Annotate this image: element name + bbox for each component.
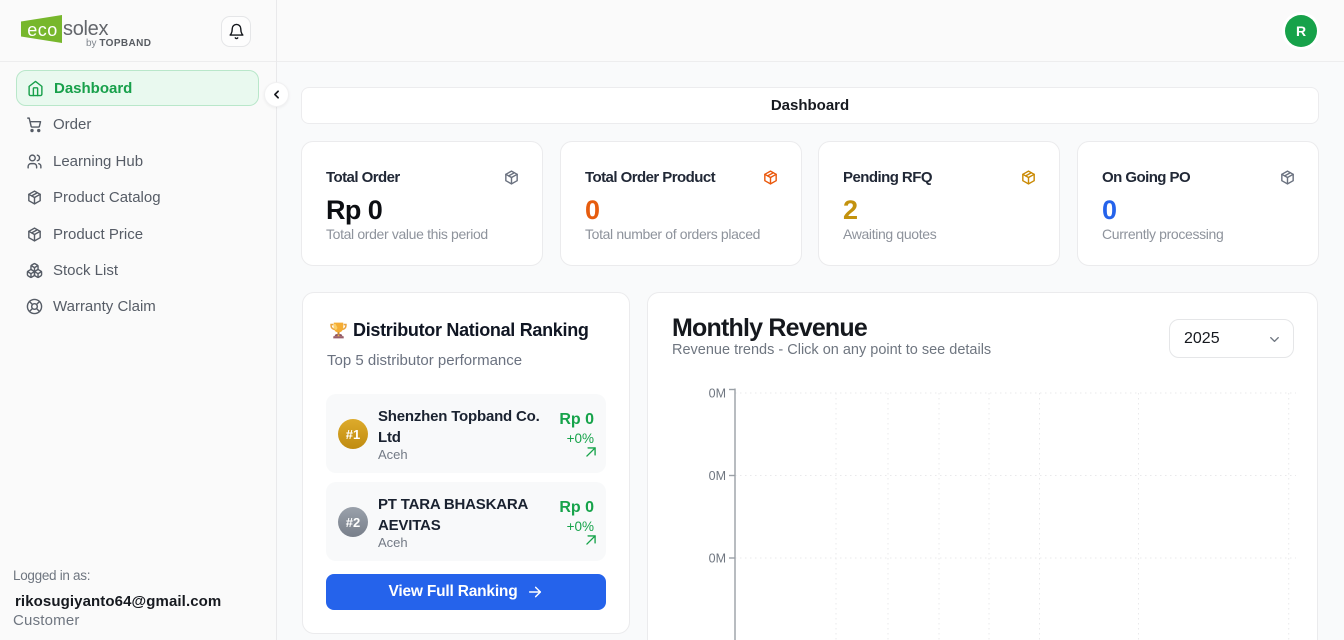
svg-text:0M: 0M (709, 552, 726, 566)
svg-text:0M: 0M (709, 387, 726, 401)
svg-text:0M: 0M (709, 469, 726, 483)
